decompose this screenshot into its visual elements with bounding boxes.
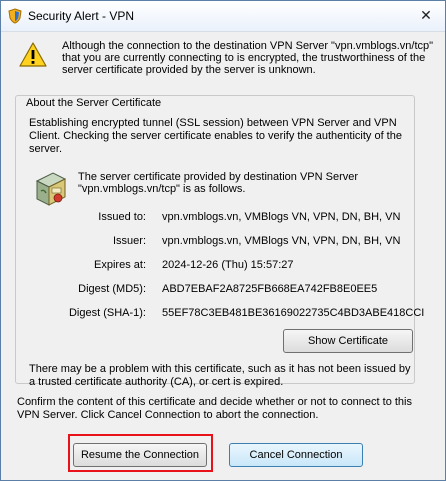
dialog-body: Although the connection to the destinati…	[1, 32, 445, 480]
certificate-description: The server certificate provided by desti…	[78, 171, 359, 195]
window-title: Security Alert - VPN	[28, 9, 135, 23]
issued-to-value: vpn.vmblogs.vn, VMBlogs VN, VPN, DN, BH,…	[162, 211, 401, 223]
confirm-instructions: Confirm the content of this certificate …	[17, 396, 412, 421]
certificate-icon	[35, 172, 67, 206]
security-alert-dialog: Security Alert - VPN ✕ Although the conn…	[0, 0, 446, 481]
resume-connection-button[interactable]: Resume the Connection	[73, 443, 207, 467]
issued-to-label: Issued to:	[98, 211, 146, 223]
expires-at-label: Expires at:	[94, 259, 146, 271]
issuer-value: vpn.vmblogs.vn, VMBlogs VN, VPN, DN, BH,…	[162, 235, 401, 247]
intro-text: Although the connection to the destinati…	[62, 40, 434, 76]
issuer-label: Issuer:	[112, 235, 146, 247]
problem-warning-text: There may be a problem with this certifi…	[29, 363, 411, 388]
warning-triangle-icon	[19, 42, 47, 67]
shield-icon	[8, 8, 22, 24]
title-bar[interactable]: Security Alert - VPN ✕	[1, 1, 445, 32]
expires-at-value: 2024-12-26 (Thu) 15:57:27	[162, 259, 294, 271]
digest-md5-label: Digest (MD5):	[78, 283, 146, 295]
show-certificate-button[interactable]: Show Certificate	[283, 329, 413, 353]
cancel-connection-button[interactable]: Cancel Connection	[229, 443, 363, 467]
digest-sha1-label: Digest (SHA-1):	[68, 307, 146, 319]
group-legend: About the Server Certificate	[23, 97, 165, 109]
digest-sha1-value: 55EF78C3EB481BE36169022735C4BD3ABE418CCI	[162, 307, 425, 319]
about-description: Establishing encrypted tunnel (SSL sessi…	[29, 117, 402, 155]
close-button[interactable]: ✕	[417, 7, 435, 23]
digest-md5-value: ABD7EBAF2A8725FB668EA742FB8E0EE5	[162, 283, 378, 295]
close-icon: ✕	[420, 7, 432, 23]
